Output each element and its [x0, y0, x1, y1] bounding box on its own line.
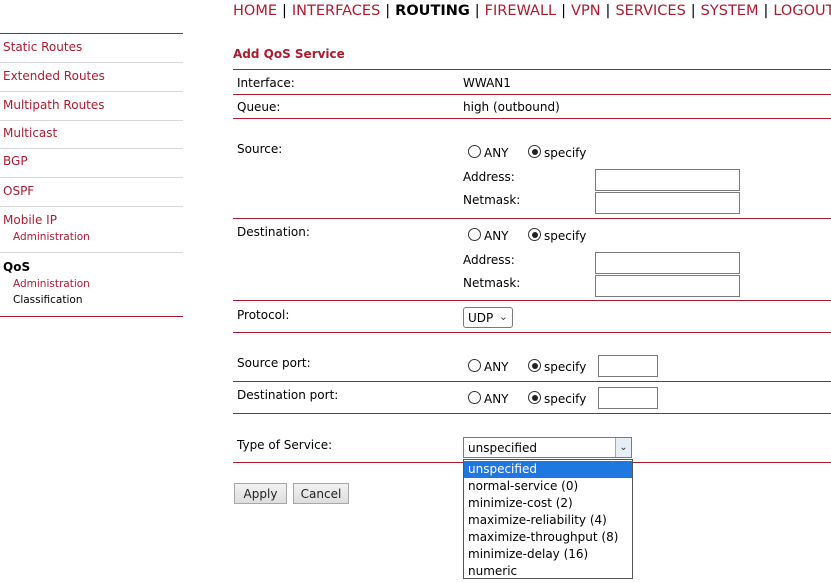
source-address-input[interactable] — [595, 169, 740, 191]
destination-netmask-input[interactable] — [595, 275, 740, 297]
source-netmask-label: Netmask: — [463, 193, 521, 207]
destination-port-input[interactable] — [598, 387, 658, 409]
destination-netmask-label: Netmask: — [463, 276, 521, 290]
tos-option[interactable]: unspecified — [464, 461, 632, 478]
row-divider — [233, 69, 831, 70]
destination-port-specify-label: specify — [544, 392, 587, 406]
source-specify-label: specify — [544, 146, 587, 160]
interface-label: Interface: — [237, 76, 295, 90]
sidebar-subitem-mobile-ip-administration[interactable]: Administration — [13, 231, 90, 243]
sidebar-item-multicast[interactable]: Multicast — [3, 126, 57, 140]
sidebar-divider — [0, 206, 183, 207]
tos-option[interactable]: normal-service (0) — [464, 478, 632, 495]
destination-port-any-label: ANY — [484, 392, 509, 406]
nav-separator: | — [561, 3, 567, 19]
tos-option[interactable]: maximize-throughput (8) — [464, 529, 632, 546]
destination-any-label: ANY — [484, 229, 509, 243]
sidebar-divider — [0, 62, 183, 63]
tos-select-value: unspecified — [468, 441, 537, 455]
sidebar-divider — [0, 120, 183, 121]
destination-address-label: Address: — [463, 253, 515, 267]
apply-button[interactable]: Apply — [234, 483, 287, 504]
source-port-any-radio[interactable] — [468, 359, 481, 372]
destination-specify-radio[interactable] — [528, 228, 541, 241]
nav-separator: | — [690, 3, 696, 19]
protocol-select[interactable]: UDP ⌄ — [463, 307, 513, 328]
source-label: Source: — [237, 142, 283, 156]
tos-dropdown-list: unspecified normal-service (0) minimize-… — [463, 459, 633, 579]
nav-home[interactable]: HOME — [233, 3, 277, 19]
destination-port-any-radio[interactable] — [468, 391, 481, 404]
tos-option[interactable]: minimize-delay (16) — [464, 546, 632, 563]
nav-logout[interactable]: LOGOUT — [773, 3, 831, 19]
row-divider — [233, 300, 831, 301]
nav-separator: | — [605, 3, 611, 19]
nav-firewall[interactable]: FIREWALL — [485, 3, 556, 19]
sidebar-item-bgp[interactable]: BGP — [3, 154, 28, 168]
source-any-radio[interactable] — [468, 145, 481, 158]
sidebar-top-divider — [0, 33, 183, 34]
queue-value: high (outbound) — [463, 100, 560, 114]
form-title: Add QoS Service — [233, 47, 345, 61]
queue-label: Queue: — [237, 100, 281, 114]
nav-separator: | — [763, 3, 769, 19]
tos-select[interactable]: unspecified ⌄ — [463, 437, 632, 458]
chevron-down-icon: ⌄ — [498, 310, 508, 323]
top-navigation: HOME | INTERFACES | ROUTING | FIREWALL | VPN | SER… — [233, 3, 831, 19]
sidebar-bottom-divider — [0, 316, 183, 317]
destination-port-label: Destination port: — [237, 388, 339, 402]
nav-services[interactable]: SERVICES — [615, 3, 685, 19]
nav-system[interactable]: SYSTEM — [701, 3, 759, 19]
row-divider — [233, 94, 831, 95]
interface-value: WWAN1 — [463, 76, 511, 90]
tos-label: Type of Service: — [237, 438, 333, 452]
sidebar-subitem-qos-administration[interactable]: Administration — [13, 278, 90, 290]
source-port-input[interactable] — [598, 355, 658, 377]
sidebar-divider — [0, 252, 183, 253]
tos-option[interactable]: minimize-cost (2) — [464, 495, 632, 512]
chevron-down-icon[interactable]: ⌄ — [615, 438, 631, 457]
source-port-any-label: ANY — [484, 360, 509, 374]
sidebar-divider — [0, 177, 183, 178]
destination-specify-label: specify — [544, 229, 587, 243]
sidebar-divider — [0, 91, 183, 92]
sidebar-item-qos[interactable]: QoS — [3, 260, 30, 274]
nav-interfaces[interactable]: INTERFACES — [292, 3, 380, 19]
tos-option[interactable]: maximize-reliability (4) — [464, 512, 632, 529]
source-port-specify-radio[interactable] — [528, 359, 541, 372]
destination-port-specify-radio[interactable] — [528, 391, 541, 404]
nav-separator: | — [385, 3, 391, 19]
tos-option[interactable]: numeric — [464, 563, 632, 580]
source-address-label: Address: — [463, 170, 515, 184]
source-port-specify-label: specify — [544, 360, 587, 374]
source-netmask-input[interactable] — [595, 192, 740, 214]
sidebar-item-mobile-ip[interactable]: Mobile IP — [3, 213, 57, 227]
sidebar-item-extended-routes[interactable]: Extended Routes — [3, 69, 105, 83]
row-divider — [233, 118, 831, 119]
nav-vpn[interactable]: VPN — [571, 3, 601, 19]
protocol-label: Protocol: — [237, 308, 290, 322]
sidebar-item-multipath-routes[interactable]: Multipath Routes — [3, 98, 105, 112]
sidebar-subitem-qos-classification[interactable]: Classification — [13, 294, 82, 306]
destination-label: Destination: — [237, 225, 310, 239]
source-any-label: ANY — [484, 146, 509, 160]
destination-address-input[interactable] — [595, 252, 740, 274]
nav-separator: | — [474, 3, 480, 19]
nav-separator: | — [282, 3, 287, 19]
sidebar-divider — [0, 148, 183, 149]
source-port-label: Source port: — [237, 356, 311, 370]
row-divider — [233, 218, 831, 219]
cancel-button[interactable]: Cancel — [293, 483, 349, 504]
sidebar-item-static-routes[interactable]: Static Routes — [3, 40, 82, 54]
row-divider — [233, 332, 831, 333]
row-divider — [233, 413, 831, 414]
sidebar-item-ospf[interactable]: OSPF — [3, 184, 34, 198]
nav-routing[interactable]: ROUTING — [395, 3, 470, 19]
protocol-select-value: UDP — [468, 311, 494, 325]
row-divider — [233, 381, 831, 382]
source-specify-radio[interactable] — [528, 145, 541, 158]
destination-any-radio[interactable] — [468, 228, 481, 241]
